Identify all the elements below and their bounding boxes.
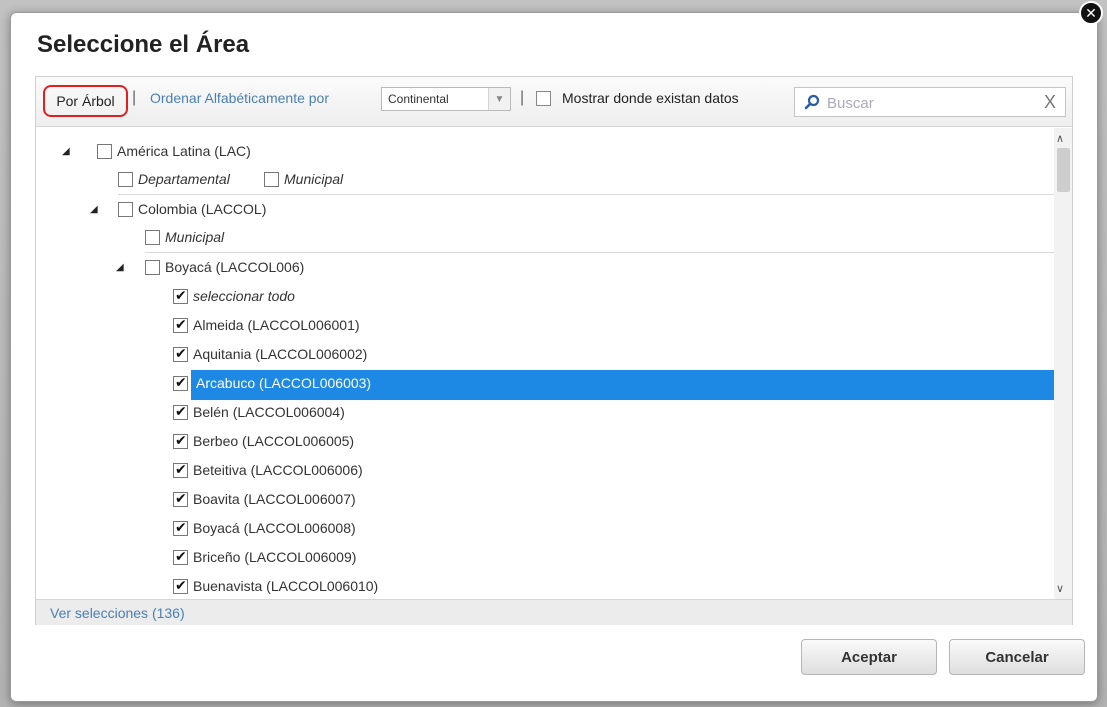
tree-node-almeida[interactable]: Almeida (LACCOL006001) (36, 311, 1056, 339)
sort-select-value: Continental (388, 92, 449, 106)
checkbox-boyaca[interactable] (145, 259, 160, 275)
tree-node-label: Belén (LACCOL006004) (193, 404, 345, 420)
tree-node-label: Beteitiva (LACCOL006006) (193, 462, 363, 478)
checkbox-municipio[interactable] (173, 374, 188, 391)
chevron-down-icon[interactable]: ▼ (488, 88, 510, 110)
tree-node-buenavista[interactable]: Buenavista (LACCOL006010) (36, 572, 1056, 599)
search-placeholder: Buscar (827, 95, 874, 112)
scroll-up-icon[interactable]: ∧ (1056, 132, 1064, 145)
area-panel: Por Árbol | Ordenar Alfabéticamente por … (35, 76, 1073, 625)
tree-node-berbeo[interactable]: Berbeo (LACCOL006005) (36, 427, 1056, 455)
tree-node-label: Berbeo (LACCOL006005) (193, 433, 355, 449)
show-data-checkbox[interactable] (536, 91, 551, 106)
checkbox-municipio[interactable] (173, 519, 188, 536)
tree-node-lac[interactable]: ◢ América Latina (LAC) (36, 137, 1056, 165)
tree-node-label: seleccionar todo (193, 288, 295, 304)
checkbox-municipio[interactable] (173, 461, 188, 478)
toolbar-separator-2: | (520, 89, 525, 106)
accept-button[interactable]: Aceptar (801, 639, 937, 675)
tree-node-label: Arcabuco (LACCOL006003) (196, 375, 372, 391)
area-tree: ◢ América Latina (LAC) Departamental Mun… (36, 128, 1072, 599)
tree-node-label: Municipal (165, 229, 225, 245)
checkbox-municipio[interactable] (173, 316, 188, 333)
scroll-down-icon[interactable]: ∨ (1056, 582, 1064, 595)
checkbox-municipio[interactable] (173, 548, 188, 565)
tree-node-level-options: Departamental Municipal (36, 165, 1056, 193)
scroll-thumb[interactable] (1057, 148, 1070, 192)
tree-node-briceno[interactable]: Briceño (LACCOL006009) (36, 543, 1056, 571)
tree-node-label: Buenavista (LACCOL006010) (193, 578, 379, 594)
checkbox-municipio[interactable] (173, 577, 188, 594)
sort-select[interactable]: Continental ▼ (381, 87, 511, 111)
caret-expanded-icon[interactable]: ◢ (116, 262, 124, 273)
toolbar: Por Árbol | Ordenar Alfabéticamente por … (36, 77, 1072, 127)
checkbox-municipal[interactable] (264, 171, 279, 187)
search-icon (804, 94, 820, 110)
tree-node-boyaca-mun[interactable]: Boyacá (LACCOL006008) (36, 514, 1056, 542)
close-icon[interactable]: ✕ (1079, 1, 1103, 25)
select-area-dialog: Seleccione el Área ✕ Por Árbol | Ordenar… (10, 1, 1103, 702)
checkbox-municipio[interactable] (173, 345, 188, 362)
tree-node-select-all[interactable]: seleccionar todo (36, 282, 1056, 310)
checkbox-colombia[interactable] (118, 201, 133, 217)
show-data-label: Mostrar donde existan datos (562, 90, 739, 106)
dialog-title: Seleccione el Área (37, 31, 250, 58)
tab-por-arbol[interactable]: Por Árbol (43, 85, 128, 117)
tree-node-label: Municipal (284, 171, 344, 187)
caret-expanded-icon[interactable]: ◢ (90, 204, 98, 215)
checkbox-municipio[interactable] (173, 490, 188, 507)
tree-node-label: Departamental (138, 171, 230, 187)
view-selections-link[interactable]: Ver selecciones (136) (50, 605, 185, 621)
checkbox-departamental[interactable] (118, 171, 133, 187)
tree-node-arcabuco[interactable]: Arcabuco (LACCOL006003) (36, 369, 1058, 400)
tree-node-aquitania[interactable]: Aquitania (LACCOL006002) (36, 340, 1056, 368)
tree-node-belen[interactable]: Belén (LACCOL006004) (36, 398, 1056, 426)
tree-node-boavita[interactable]: Boavita (LACCOL006007) (36, 485, 1056, 513)
checkbox-municipio[interactable] (173, 403, 188, 420)
tree-node-beteitiva[interactable]: Beteitiva (LACCOL006006) (36, 456, 1056, 484)
cancel-button[interactable]: Cancelar (949, 639, 1085, 675)
checkbox-municipio[interactable] (173, 432, 188, 449)
tree-node-label: Almeida (LACCOL006001) (193, 317, 360, 333)
tree-node-municipal[interactable]: Municipal (36, 223, 1056, 251)
search-input[interactable]: Buscar X (794, 87, 1066, 117)
tree-scrollbar[interactable]: ∧ ∨ (1054, 128, 1072, 599)
tree-node-label: Boyacá (LACCOL006) (165, 259, 305, 275)
checkbox-colombia-municipal[interactable] (145, 229, 160, 245)
panel-footer: Ver selecciones (136) (36, 599, 1072, 625)
tree-node-label: Aquitania (LACCOL006002) (193, 346, 368, 362)
tree-node-label: América Latina (LAC) (117, 143, 251, 159)
caret-expanded-icon[interactable]: ◢ (62, 146, 70, 157)
tree-node-label: Boavita (LACCOL006007) (193, 491, 356, 507)
sort-alphabetical-link[interactable]: Ordenar Alfabéticamente por (150, 90, 329, 106)
tree-node-label: Colombia (LACCOL) (138, 201, 267, 217)
tree-node-label: Briceño (LACCOL006009) (193, 549, 357, 565)
tree-node-boyaca[interactable]: ◢ Boyacá (LACCOL006) (36, 253, 1056, 281)
checkbox-lac[interactable] (97, 143, 112, 159)
toolbar-separator: | (132, 89, 137, 106)
clear-search-icon[interactable]: X (1044, 92, 1056, 113)
tree-node-colombia[interactable]: ◢ Colombia (LACCOL) (36, 195, 1056, 223)
tree-node-label: Boyacá (LACCOL006008) (193, 520, 356, 536)
checkbox-select-all[interactable] (173, 287, 188, 304)
